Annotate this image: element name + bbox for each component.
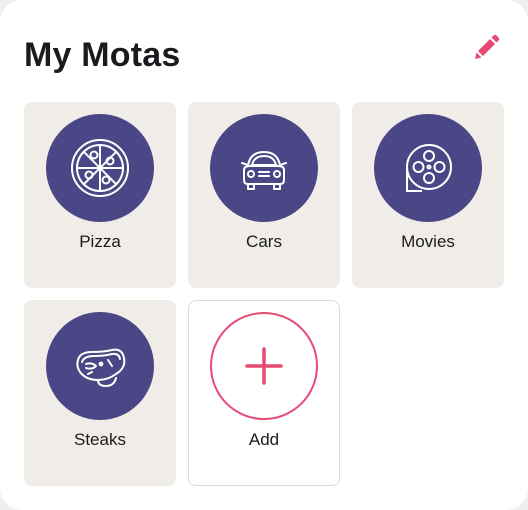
tile-label: Pizza	[79, 232, 121, 251]
tile-add[interactable]: Add	[188, 300, 340, 486]
edit-button[interactable]	[468, 30, 504, 66]
film-reel-icon-badge	[374, 114, 482, 222]
steak-icon-badge	[46, 312, 154, 420]
page-title: My Motas	[24, 36, 181, 74]
tile-pizza[interactable]: Pizza	[24, 102, 176, 288]
tile-label: Steaks	[74, 430, 126, 449]
car-icon	[241, 151, 287, 190]
pizza-icon	[71, 139, 129, 197]
plus-icon	[245, 347, 283, 385]
tile-movies[interactable]: Movies	[352, 102, 504, 288]
tile-label: Movies	[401, 232, 455, 251]
motas-card: My Motas Pizza Cars Movies Steaks Add	[0, 0, 528, 510]
tile-cars[interactable]: Cars	[188, 102, 340, 288]
add-button[interactable]	[210, 312, 318, 420]
film-reel-icon	[406, 144, 452, 192]
steak-icon	[76, 348, 126, 387]
tile-label: Cars	[246, 232, 282, 251]
tile-label: Add	[248, 430, 280, 449]
car-icon-badge	[210, 114, 318, 222]
pizza-icon-badge	[46, 114, 154, 222]
pencil-icon	[475, 34, 500, 59]
tile-steaks[interactable]: Steaks	[24, 300, 176, 486]
